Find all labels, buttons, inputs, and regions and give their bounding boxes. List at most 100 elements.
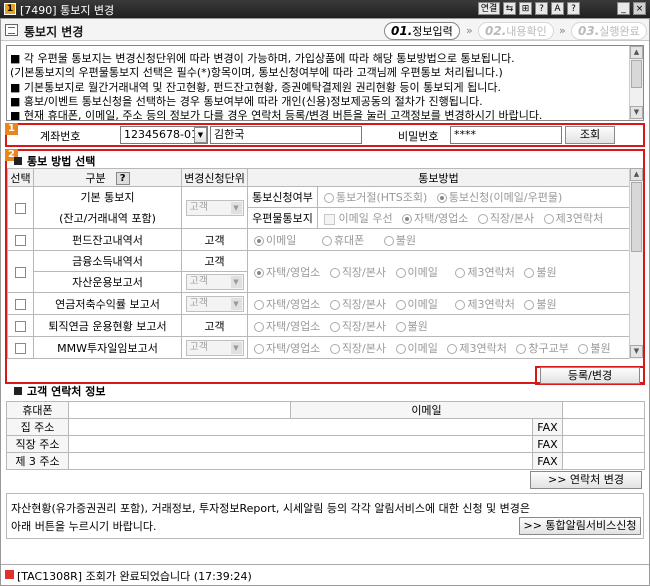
radio-option[interactable]: 이메일 — [395, 266, 438, 279]
unit-cell: 고객 — [181, 292, 248, 315]
chevron-down-icon[interactable]: ▼ — [194, 127, 207, 143]
option-label: 불원 — [536, 265, 557, 279]
radio-icon — [516, 343, 527, 354]
radio-option[interactable]: 이메일 — [254, 234, 296, 247]
radio-icon — [477, 214, 488, 224]
scroll-up-icon[interactable]: ▲ — [630, 46, 643, 59]
page-title: 통보지 변경 — [24, 25, 84, 39]
radio-option[interactable]: 자택/영업소 — [254, 298, 320, 311]
row-checkbox[interactable] — [15, 342, 26, 354]
account-name-field: 김한국 — [210, 126, 362, 144]
option-label: 제3연락처 — [555, 212, 604, 225]
option-label: 직장/본사 — [341, 297, 386, 311]
notice-scrollbar[interactable]: ▲ ▼ — [629, 46, 643, 120]
radio-icon — [578, 343, 589, 354]
method-table: 선택 구분? 변경신청단위 통보방법 기본 통보지 (잔고/거래내역 포함) 고… — [7, 168, 629, 359]
radio-option[interactable]: 제3연락처 — [455, 298, 515, 311]
radio-option[interactable]: 창구교부 — [516, 342, 569, 355]
radio-option[interactable]: 이메일 — [395, 298, 438, 311]
help-icon[interactable]: ? — [535, 2, 548, 15]
close-button[interactable]: × — [633, 2, 646, 15]
radio-option[interactable]: 불원 — [383, 233, 416, 247]
grid-icon[interactable]: ⊞ — [519, 2, 532, 15]
unit-select[interactable]: 고객 — [185, 339, 244, 356]
radio-icon — [455, 267, 466, 278]
unit-select-value: 고객 — [189, 341, 208, 353]
row-unit: 고객 — [181, 250, 248, 272]
unit-cell: 고객 — [181, 336, 248, 359]
document-icon — [5, 24, 18, 36]
scroll-down-icon[interactable]: ▼ — [630, 345, 643, 358]
radio-option[interactable]: 자택/영업소 — [254, 342, 320, 355]
radio-icon — [395, 267, 406, 278]
minimize-button[interactable]: _ — [617, 2, 630, 15]
radio-icon — [329, 343, 340, 354]
unit-select[interactable]: 고객 — [185, 199, 244, 216]
option-label: 통보거절(HTS조회) — [336, 191, 428, 204]
row-checkbox[interactable] — [15, 320, 26, 332]
radio-option[interactable]: 자택/영업소 — [402, 212, 468, 225]
third-fax-value — [562, 452, 645, 470]
email-first-check[interactable]: 이메일 우선 — [324, 212, 393, 225]
scroll-thumb[interactable] — [631, 182, 642, 252]
select-cell — [7, 292, 34, 315]
link-icon[interactable]: 연결 — [478, 2, 500, 15]
method-scrollbar[interactable]: ▲ ▼ — [629, 168, 643, 359]
radio-option[interactable]: 직장/본사 — [329, 297, 386, 311]
table-row: 퇴직연금 운용현황 보고서 고객 자택/영업소 직장/본사 불원 — [7, 314, 629, 337]
basic-sublabel: (잔고/거래내역 포함) — [59, 212, 156, 225]
col-method: 통보방법 — [246, 168, 629, 187]
table-row: 펀드잔고내역서 고객 이메일 휴대폰 불원 — [7, 228, 629, 251]
swap-icon[interactable]: ⇆ — [503, 2, 516, 15]
status-bar: [TAC1308R] 조회가 완료되었습니다 (17:39:24) — [1, 564, 649, 585]
radio-option[interactable]: 불원 — [578, 342, 611, 355]
change-contact-button[interactable]: >> 연락처 변경 — [530, 471, 642, 489]
radio-option[interactable]: 제3연락처 — [543, 212, 604, 225]
option-label: 불원 — [395, 233, 416, 247]
radio-option[interactable]: 통보거절(HTS조회) — [324, 191, 427, 204]
row-checkbox[interactable] — [15, 234, 26, 246]
radio-option[interactable]: 직장/본사 — [329, 320, 386, 333]
radio-option[interactable]: 자택/영업소 — [254, 266, 320, 279]
radio-option[interactable]: 이메일 — [395, 342, 438, 355]
radio-option[interactable]: 통보신청(이메일/우편물) — [436, 191, 562, 204]
unit-select[interactable]: 고객 — [185, 295, 244, 312]
unit-select[interactable]: 고객 — [185, 274, 244, 290]
scroll-thumb[interactable] — [631, 60, 642, 88]
radio-option[interactable]: 직장/본사 — [477, 212, 534, 225]
radio-option[interactable]: 자택/영업소 — [254, 320, 320, 333]
register-button[interactable]: 등록/변경 — [540, 367, 640, 384]
notification-service-button[interactable]: >> 통합알림서비스신청 — [519, 517, 641, 535]
home-fax-value — [562, 418, 645, 436]
radio-icon — [254, 299, 264, 310]
help-icon[interactable]: ? — [115, 172, 130, 185]
option-label: 이메일 — [266, 233, 297, 247]
row-checkbox[interactable] — [15, 202, 26, 214]
query-button[interactable]: 조회 — [565, 126, 615, 144]
account-number-value: 12345678-01 — [124, 128, 198, 141]
option-label: 불원 — [407, 319, 428, 333]
font-size-icon[interactable]: A — [551, 2, 564, 15]
radio-option[interactable]: 제3연락처 — [455, 265, 515, 279]
radio-option[interactable]: 휴대폰 — [321, 234, 364, 247]
radio-option[interactable]: 불원 — [524, 265, 557, 279]
radio-option[interactable]: 직장/본사 — [329, 342, 386, 355]
row-options: 자택/영업소 직장/본사 불원 — [246, 314, 629, 337]
row-checkbox[interactable] — [15, 266, 26, 278]
scroll-down-icon[interactable]: ▼ — [630, 106, 643, 119]
sub-options: 통보거절(HTS조회) 통보신청(이메일/우편물) — [316, 186, 629, 208]
question-icon[interactable]: ? — [567, 2, 580, 15]
option-label: 자택/영업소 — [266, 319, 321, 333]
radio-option[interactable]: 직장/본사 — [329, 266, 386, 279]
radio-option[interactable]: 제3연락처 — [447, 342, 507, 355]
radio-option[interactable]: 불원 — [524, 298, 557, 311]
radio-icon — [395, 299, 406, 310]
step-2-label: 내용확인 — [506, 25, 547, 38]
option-label: 자택/영업소 — [414, 212, 469, 225]
radio-icon — [447, 343, 458, 354]
radio-option[interactable]: 불원 — [395, 319, 428, 333]
scroll-up-icon[interactable]: ▲ — [630, 168, 643, 181]
password-field[interactable]: **** — [450, 126, 562, 144]
option-label: 제3연락처 — [467, 265, 515, 279]
row-checkbox[interactable] — [15, 298, 26, 310]
